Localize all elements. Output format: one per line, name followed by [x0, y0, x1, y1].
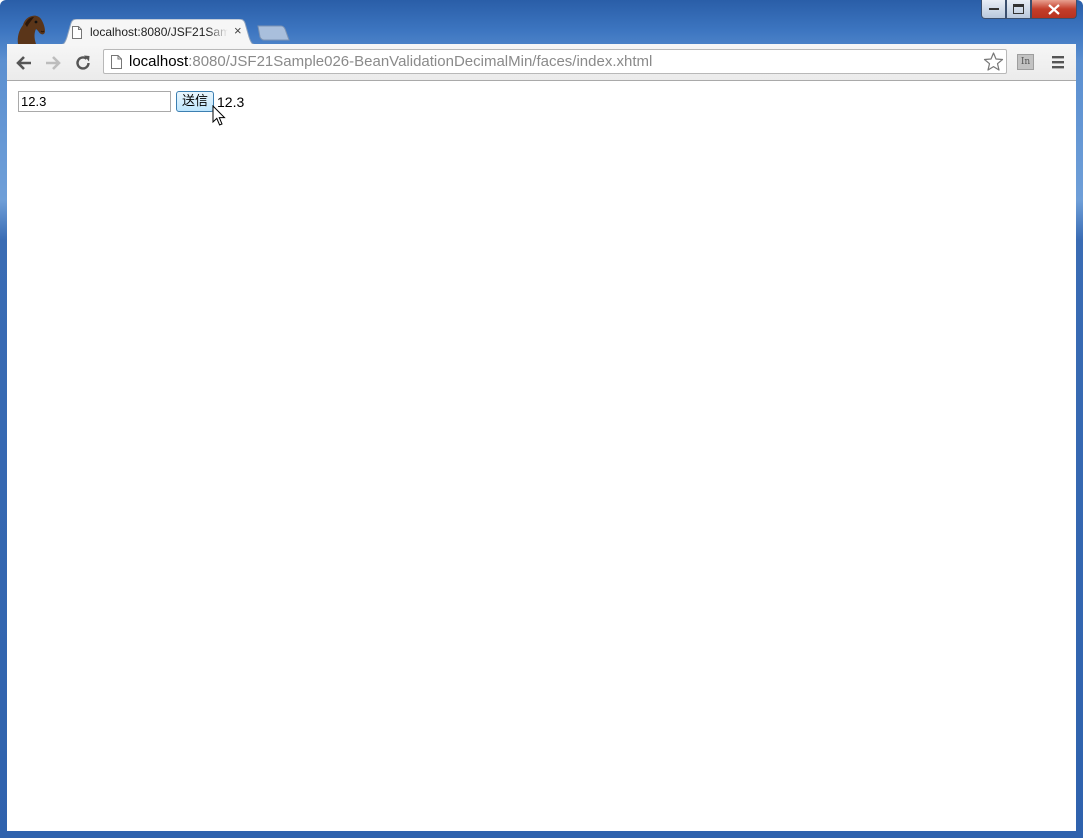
- maximize-button[interactable]: [1006, 0, 1031, 19]
- browser-window: localhost:8080/JSF21Sample026-BeanValida…: [0, 0, 1083, 838]
- minimize-icon: [988, 8, 999, 10]
- page-icon: [111, 55, 122, 69]
- tab-close-button[interactable]: ×: [234, 23, 242, 39]
- forward-button[interactable]: [42, 52, 64, 74]
- new-tab-button[interactable]: [257, 25, 291, 41]
- maximize-icon: [1013, 4, 1024, 14]
- browser-toolbar: localhost:8080/JSF21Sample026-BeanValida…: [7, 44, 1076, 81]
- page-icon: [72, 26, 82, 39]
- reload-button[interactable]: [72, 52, 94, 74]
- url-path: :8080/JSF21Sample026-BeanValidationDecim…: [188, 53, 653, 70]
- decimal-input[interactable]: [18, 91, 171, 112]
- address-bar[interactable]: localhost:8080/JSF21Sample026-BeanValida…: [103, 49, 1007, 74]
- url-host: localhost: [129, 53, 189, 70]
- reload-icon: [76, 55, 90, 70]
- minimize-button[interactable]: [981, 0, 1006, 19]
- page-content: 送信 12.3: [7, 81, 1076, 831]
- bookmark-star-icon[interactable]: [983, 51, 1004, 72]
- menu-icon[interactable]: [1050, 54, 1066, 70]
- window-controls: [981, 0, 1077, 20]
- tab-title: localhost:8080/JSF21Sample026-BeanValida…: [90, 25, 228, 39]
- browser-tab-active[interactable]: localhost:8080/JSF21Sample026-BeanValida…: [58, 19, 258, 45]
- forward-arrow-icon: [46, 56, 61, 70]
- horse-logo-icon: [17, 15, 45, 44]
- extension-icon[interactable]: In: [1017, 54, 1034, 70]
- form: 送信 12.3: [18, 91, 244, 112]
- submit-button[interactable]: 送信: [176, 91, 215, 112]
- back-arrow-icon: [16, 56, 31, 70]
- close-icon: [1048, 3, 1060, 15]
- mouse-cursor-icon: [212, 105, 226, 126]
- window-close-button[interactable]: [1031, 0, 1077, 19]
- back-button[interactable]: [13, 52, 35, 74]
- url-text[interactable]: localhost:8080/JSF21Sample026-BeanValida…: [129, 53, 652, 70]
